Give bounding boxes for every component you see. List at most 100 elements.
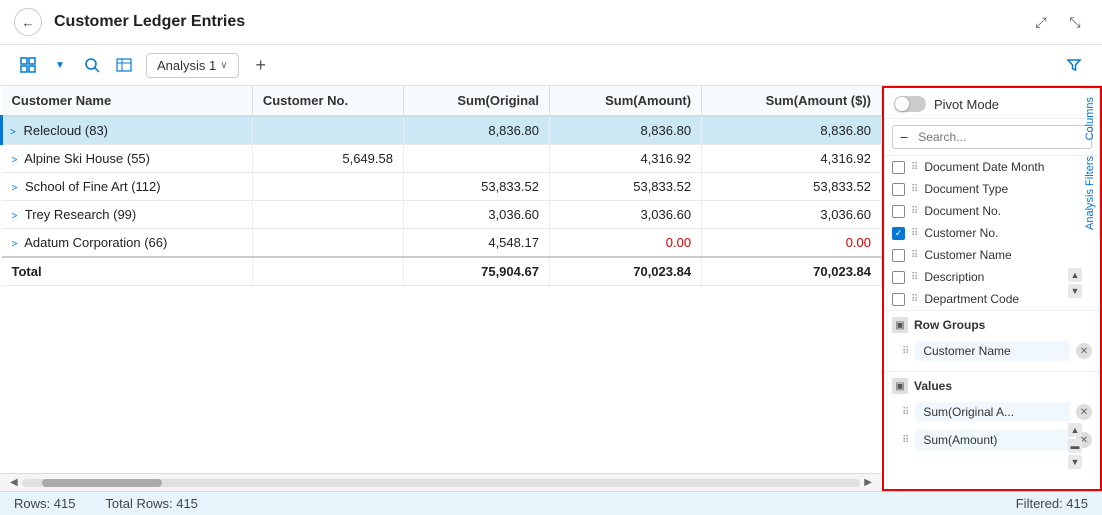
values-section-header: ▣ Values [884, 371, 1100, 398]
drag-handle[interactable]: ⠿ [911, 184, 918, 195]
total-rows-count: Total Rows: 415 [105, 496, 198, 511]
total-sum-original: 75,904.67 [403, 257, 549, 286]
column-scroll-arrows: ▲ ▼ [1068, 268, 1082, 298]
pivot-mode-toggle[interactable] [894, 96, 926, 112]
top-bar: ← Customer Ledger Entries ⤢ ⤡ [0, 0, 1102, 45]
table-wrapper[interactable]: Customer Name Customer No. Sum(Original … [0, 86, 882, 473]
checkbox-customer-name[interactable] [892, 249, 905, 262]
col-label: Document Type [924, 182, 1092, 196]
col-item-customer-name[interactable]: ⠿ Customer Name [884, 244, 1100, 266]
expand-icon[interactable]: > [12, 155, 18, 166]
total-sum-amount: 70,023.84 [549, 257, 701, 286]
col-label: Description [924, 270, 1092, 284]
toolbar-right [1060, 51, 1088, 79]
values-scroll-arrows: ▲ ▬ ▼ [1068, 423, 1082, 469]
drag-handle[interactable]: ⠿ [911, 162, 918, 173]
col-item-customer-no[interactable]: ✓ ⠿ Customer No. [884, 222, 1100, 244]
values-scroll-middle[interactable]: ▬ [1068, 439, 1082, 453]
analysis-filters-tab[interactable]: Analysis Filters [1082, 148, 1100, 238]
table-row[interactable]: > Relecloud (83) 8,836.80 8,836.80 8,836… [2, 116, 882, 145]
col-header-sum-amount[interactable]: Sum(Amount) [549, 86, 701, 116]
cell-sum-original: 8,836.80 [403, 116, 549, 145]
col-header-customer-name[interactable]: Customer Name [2, 86, 253, 116]
checkbox-doc-type[interactable] [892, 183, 905, 196]
expand-icon[interactable]: > [12, 239, 18, 250]
toolbar: ▼ Analysis 1 ∨ + [0, 45, 1102, 86]
value-label: Sum(Amount) [915, 430, 1070, 450]
table-row[interactable]: > Adatum Corporation (66) 4,548.17 0.00 … [2, 229, 882, 258]
cell-customer-name: > Relecloud (83) [2, 116, 253, 145]
expand-icon[interactable]: > [12, 183, 18, 194]
search-input[interactable] [918, 130, 1084, 144]
drag-handle[interactable]: ⠿ [911, 272, 918, 283]
drag-handle[interactable]: ⠿ [911, 294, 918, 305]
values-title: Values [914, 379, 952, 393]
values-scroll-up[interactable]: ▲ [1068, 423, 1082, 437]
drag-handle[interactable]: ⠿ [902, 346, 909, 357]
expand-icon[interactable]: > [10, 127, 16, 138]
value-item-sum-original: ⠿ Sum(Original A... ✕ [884, 398, 1100, 426]
table-header-row: Customer Name Customer No. Sum(Original … [2, 86, 882, 116]
checkbox-customer-no[interactable]: ✓ [892, 227, 905, 240]
values-scroll-down[interactable]: ▼ [1068, 455, 1082, 469]
back-button[interactable]: ← [14, 8, 42, 36]
col-label: Document Date Month [924, 160, 1092, 174]
search-row: − [884, 119, 1100, 156]
filter-icon-button[interactable] [1060, 51, 1088, 79]
table-row[interactable]: > Alpine Ski House (55) 5,649.58 4,316.9… [2, 145, 882, 173]
total-sum-amount-usd: 70,023.84 [702, 257, 882, 286]
checkbox-dept-code[interactable] [892, 293, 905, 306]
row-groups-collapse-icon[interactable]: ▣ [892, 317, 908, 333]
minus-icon[interactable]: − [900, 129, 908, 145]
columns-tab[interactable]: Columns [1082, 88, 1100, 148]
checkbox-description[interactable] [892, 271, 905, 284]
cell-customer-name: > Trey Research (99) [2, 201, 253, 229]
drag-handle[interactable]: ⠿ [902, 435, 909, 446]
col-scroll-down[interactable]: ▼ [1068, 284, 1082, 298]
top-right-actions: ⤢ ⤡ [1028, 9, 1088, 35]
total-label: Total [2, 257, 253, 286]
cell-customer-no [252, 229, 403, 258]
right-panel: Pivot Mode − ⠿ Document Date Month [882, 86, 1102, 491]
cell-customer-no [252, 201, 403, 229]
add-tab-button[interactable]: + [247, 51, 275, 79]
col-header-customer-no[interactable]: Customer No. [252, 86, 403, 116]
col-item-doc-date-month[interactable]: ⠿ Document Date Month [884, 156, 1100, 178]
checkbox-doc-no[interactable] [892, 205, 905, 218]
col-item-doc-no[interactable]: ⠿ Document No. [884, 200, 1100, 222]
cell-customer-name: > Adatum Corporation (66) [2, 229, 253, 258]
table-row[interactable]: > School of Fine Art (112) 53,833.52 53,… [2, 173, 882, 201]
table-icon[interactable] [110, 51, 138, 79]
drag-handle[interactable]: ⠿ [911, 228, 918, 239]
table-row[interactable]: > Trey Research (99) 3,036.60 3,036.60 3… [2, 201, 882, 229]
col-label: Customer Name [924, 248, 1092, 262]
scroll-thumb[interactable] [42, 479, 162, 487]
scroll-left-arrow[interactable]: ◀ [6, 477, 22, 488]
col-item-doc-type[interactable]: ⠿ Document Type [884, 178, 1100, 200]
cell-sum-amount-usd: 4,316.92 [702, 145, 882, 173]
row-group-label: Customer Name [915, 341, 1070, 361]
checkbox-doc-date-month[interactable] [892, 161, 905, 174]
minimize-button[interactable]: ⤡ [1062, 9, 1088, 35]
row-group-customer-name: ⠿ Customer Name ✕ [884, 337, 1100, 365]
drag-handle[interactable]: ⠿ [911, 250, 918, 261]
grid-dropdown-icon[interactable]: ▼ [46, 51, 74, 79]
row-groups-title: Row Groups [914, 318, 985, 332]
analysis-tab-button[interactable]: Analysis 1 ∨ [146, 53, 239, 78]
cell-customer-no: 5,649.58 [252, 145, 403, 173]
col-scroll-up[interactable]: ▲ [1068, 268, 1082, 282]
values-collapse-icon[interactable]: ▣ [892, 378, 908, 394]
cell-sum-amount-usd: 0.00 [702, 229, 882, 258]
scroll-track[interactable] [22, 479, 861, 487]
scroll-right-arrow[interactable]: ▶ [860, 477, 876, 488]
horizontal-scrollbar[interactable]: ◀ ▶ [0, 473, 882, 491]
col-header-sum-original[interactable]: Sum(Original [403, 86, 549, 116]
col-header-sum-amount-usd[interactable]: Sum(Amount ($)) [702, 86, 882, 116]
drag-handle[interactable]: ⠿ [902, 407, 909, 418]
expand-icon[interactable]: > [12, 211, 18, 222]
expand-button[interactable]: ⤢ [1028, 9, 1054, 35]
grid-icon[interactable] [14, 51, 42, 79]
analysis-tab-label: Analysis 1 [157, 58, 216, 73]
search-icon[interactable] [78, 51, 106, 79]
drag-handle[interactable]: ⠿ [911, 206, 918, 217]
